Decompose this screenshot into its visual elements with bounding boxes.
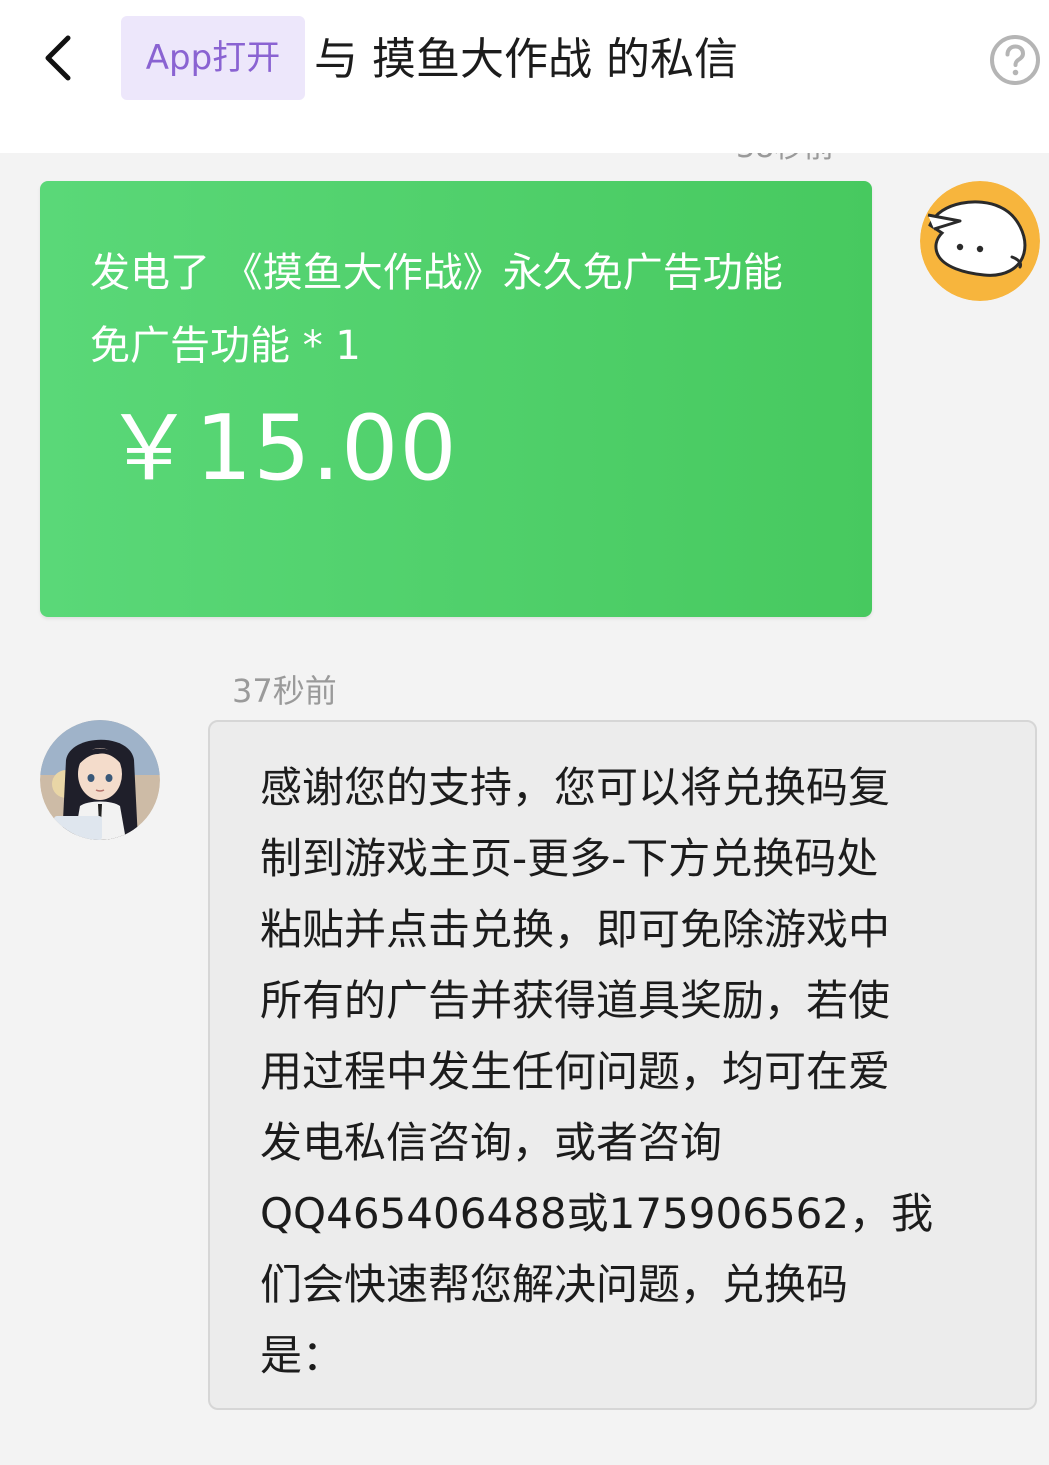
back-button[interactable] — [34, 30, 90, 86]
reply-timestamp: 37秒前 — [232, 672, 337, 710]
question-circle-icon — [990, 35, 1040, 85]
reply-line: 所有的广告并获得道具奖励，若使 — [260, 976, 891, 1025]
open-in-app-button[interactable]: App打开 — [121, 16, 305, 100]
reply-line: 粘贴并点击兑换，即可免除游戏中 — [260, 905, 891, 954]
reply-line: 用过程中发生任何问题，均可在爱 — [260, 1047, 891, 1096]
reply-line: 感谢您的支持，您可以将兑换码复 — [260, 763, 891, 812]
reply-message-text: 感谢您的支持，您可以将兑换码复 制到游戏主页-更多-下方兑换码处 粘贴并点击兑换… — [260, 752, 1000, 1391]
payment-amount: ￥15.00 — [104, 396, 458, 501]
user-avatar[interactable] — [920, 181, 1040, 301]
reply-line: 制到游戏主页-更多-下方兑换码处 — [260, 834, 879, 883]
creator-avatar[interactable] — [40, 720, 160, 840]
payment-message-card[interactable]: 发电了 《摸鱼大作战》永久免广告功能 免广告功能 * 1 ￥15.00 — [40, 181, 872, 617]
reply-line: QQ465406488或175906562，我 — [260, 1189, 934, 1238]
reply-line: 是： — [260, 1331, 345, 1380]
chevron-left-icon — [45, 35, 71, 81]
payment-item-quantity: 免广告功能 * 1 — [90, 323, 361, 369]
anime-girl-avatar-icon — [40, 720, 160, 840]
help-button[interactable] — [988, 33, 1042, 87]
payment-description: 发电了 《摸鱼大作战》永久免广告功能 — [90, 250, 783, 296]
cartoon-face-avatar-icon — [920, 181, 1040, 301]
reply-line: 发电私信咨询，或者咨询 — [260, 1118, 723, 1167]
reply-message-bubble[interactable]: 感谢您的支持，您可以将兑换码复 制到游戏主页-更多-下方兑换码处 粘贴并点击兑换… — [208, 720, 1037, 1410]
header-bar: App打开 与 摸鱼大作战 的私信 — [0, 0, 1049, 153]
page-title: 与 摸鱼大作战 的私信 — [314, 34, 738, 85]
reply-line: 们会快速帮您解决问题，兑换码 — [260, 1260, 849, 1309]
